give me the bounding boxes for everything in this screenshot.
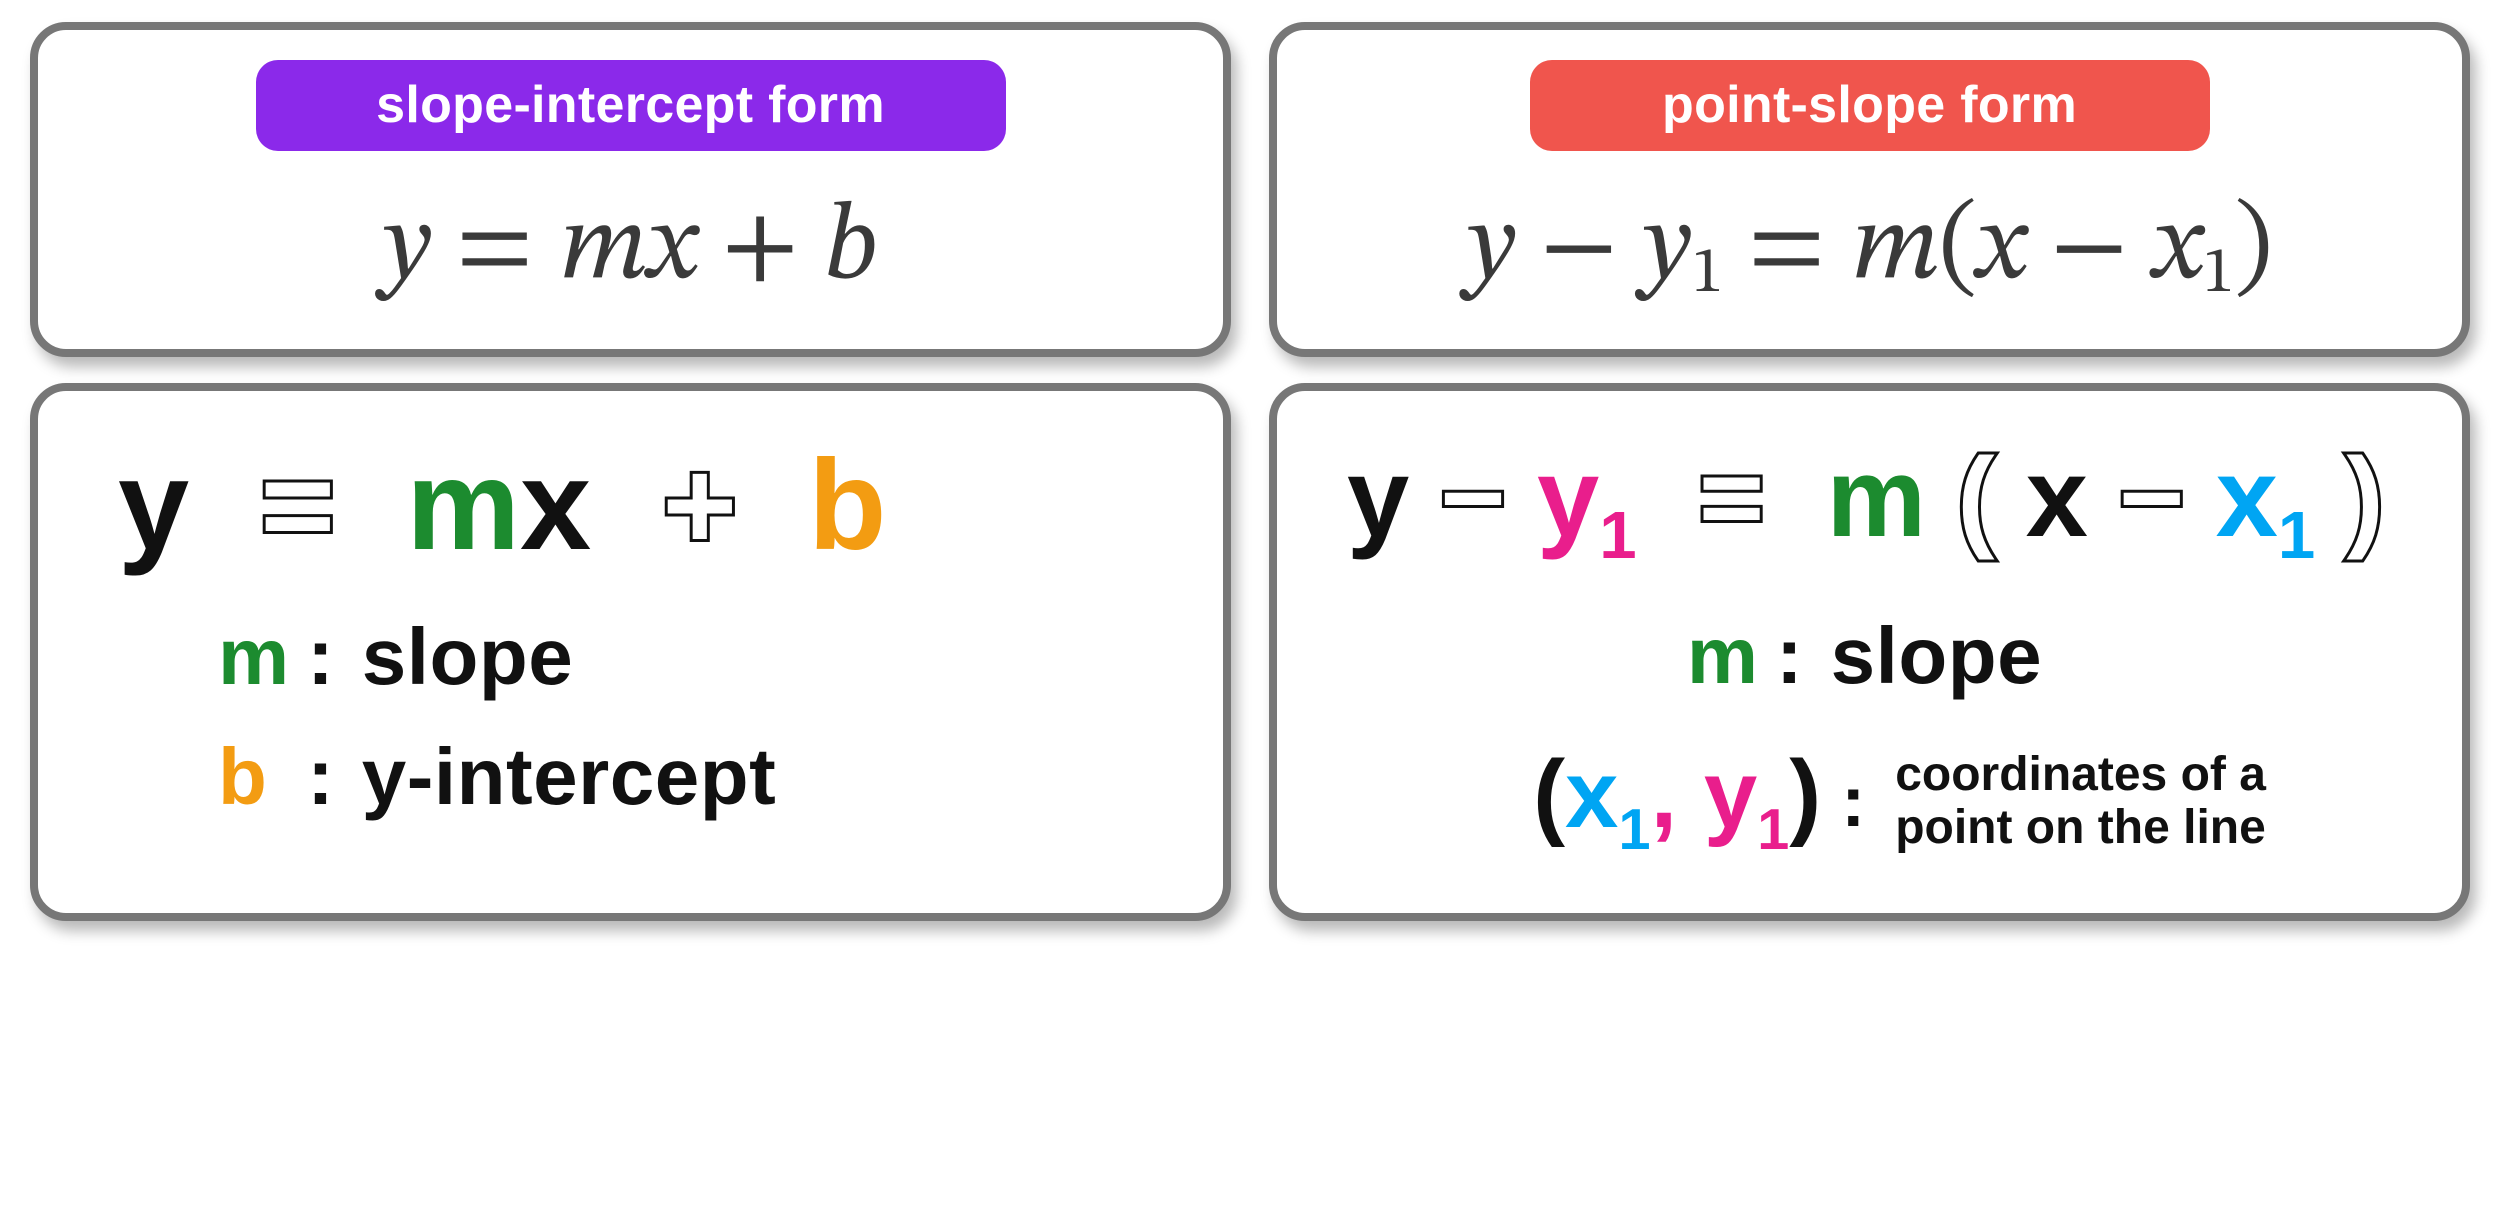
- badge-point-slope: point-slope form: [1530, 60, 2210, 151]
- legend-m: m : slope: [218, 611, 1183, 703]
- card-slope-intercept-header: slope-intercept form y = mx + b: [30, 22, 1231, 357]
- card-slope-intercept-detail: y = mx + b m : slope b : y-intercept: [30, 383, 1231, 922]
- card-point-slope-detail: y − y1 = m ( x − x1 ) m : slope (x1, y1)…: [1269, 383, 2470, 922]
- legend-point-slope: m : slope (x1, y1) : coordinates of a po…: [1347, 610, 2422, 863]
- legend-m-right: m : slope: [1377, 610, 2422, 702]
- point-description: coordinates of a point on the line: [1895, 749, 2266, 855]
- top-row: slope-intercept form y = mx + b point-sl…: [30, 22, 2470, 357]
- point-expression: (x1, y1): [1533, 740, 1821, 863]
- equation-slope-intercept-colored: y = mx + b: [118, 441, 1183, 572]
- bottom-row: y = mx + b m : slope b : y-intercept y −…: [30, 383, 2470, 922]
- legend-b: b : y-intercept: [218, 731, 1183, 823]
- badge-slope-intercept: slope-intercept form: [256, 60, 1006, 151]
- legend-point: (x1, y1) : coordinates of a point on the…: [1377, 740, 2422, 863]
- equation-slope-intercept-serif: y = mx + b: [78, 193, 1183, 306]
- equation-point-slope-serif: y − y1 = m(x − x1): [1317, 193, 2422, 309]
- card-point-slope-header: point-slope form y − y1 = m(x − x1): [1269, 22, 2470, 357]
- equation-point-slope-colored: y − y1 = m ( x − x1 ): [1347, 441, 2422, 571]
- legend-slope-intercept: m : slope b : y-intercept: [108, 611, 1183, 823]
